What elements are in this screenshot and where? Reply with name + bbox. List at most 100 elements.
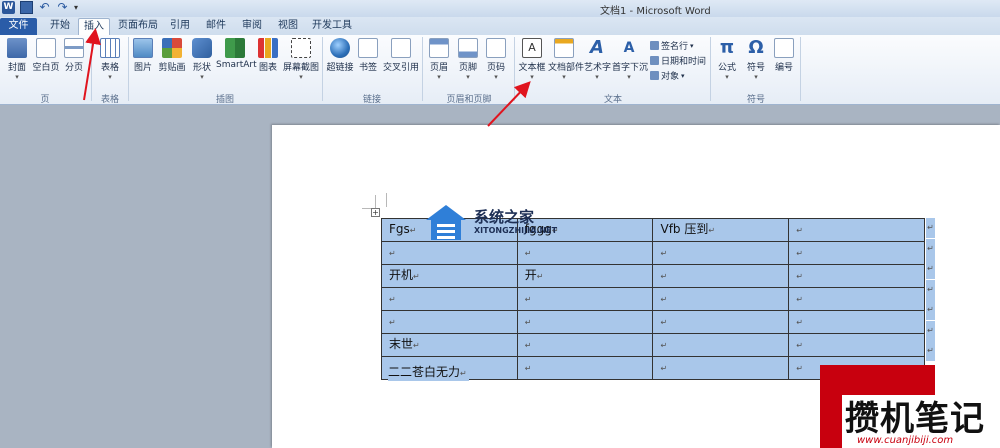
table-cell[interactable]: ↵ <box>652 241 790 265</box>
wordart-icon: A <box>590 37 604 58</box>
number-icon <box>774 38 794 58</box>
watermark-site-url: XITONGZHIJIA.NET <box>474 225 558 235</box>
table-cell[interactable]: ↵ <box>516 310 654 334</box>
tab-references[interactable]: 引用 <box>166 18 194 35</box>
wordart-button[interactable]: A 艺术字 ▾ <box>584 37 611 82</box>
watermark-brand: 攒机笔记 <box>845 399 985 439</box>
table-cell[interactable]: ↵ <box>516 287 654 311</box>
textbox-icon: A <box>522 38 542 58</box>
row-end-mark: ↵ <box>926 279 935 300</box>
table-cell[interactable]: ↵ <box>652 287 790 311</box>
table-cell[interactable]: ↵ <box>788 310 925 334</box>
table-cell[interactable]: ↵ <box>381 310 518 334</box>
table-cell[interactable]: ↵ <box>652 356 790 380</box>
table-cell[interactable]: ↵ <box>381 241 518 265</box>
object-button[interactable]: 对象 ▾ <box>650 69 685 82</box>
cross-reference-icon <box>391 38 411 58</box>
blank-page-button[interactable]: 空白页 <box>32 38 60 73</box>
shapes-button[interactable]: 形状 ▾ <box>190 38 214 81</box>
symbol-button[interactable]: Ω 符号 ▾ <box>744 38 768 82</box>
page-number-button[interactable]: 页码 ▾ <box>485 38 507 81</box>
table-cell[interactable]: ↵ <box>788 287 925 311</box>
group-label-links: 链接 <box>362 95 381 105</box>
tab-developer[interactable]: 开发工具 <box>310 18 354 35</box>
signature-line-button[interactable]: 签名行 ▾ <box>650 39 694 52</box>
ribbon-insert: 封面 ▾ 空白页 分页 页 表格 ▾ 表格 图片 剪贴画 形状 ▾ SmartArt … <box>0 35 1000 105</box>
table-cell[interactable]: 开机↵ <box>381 264 518 288</box>
row-end-mark: ↵ <box>926 259 935 279</box>
table-cell[interactable]: ↵ <box>516 333 654 357</box>
pi-icon: π <box>719 37 735 58</box>
cover-page-button[interactable]: 封面 ▾ <box>4 38 30 81</box>
table-cell[interactable]: ↵ <box>788 333 925 357</box>
date-time-button[interactable]: 日期和时间 <box>650 54 706 67</box>
table-cell[interactable]: ↵ <box>652 310 790 334</box>
table-cell[interactable]: ↵ <box>516 356 654 380</box>
group-label-header-footer: 页眉和页脚 <box>446 95 492 105</box>
equation-button[interactable]: π 公式 ▾ <box>714 37 740 82</box>
page-break-button[interactable]: 分页 <box>62 38 86 73</box>
group-separator <box>514 37 515 101</box>
cover-page-icon <box>7 38 27 58</box>
table-cell[interactable]: ↵ <box>516 241 654 265</box>
table-row: 末世↵ ↵ ↵ ↵ <box>381 333 925 357</box>
clipart-button[interactable]: 剪贴画 <box>157 38 187 73</box>
smartart-icon <box>225 38 245 58</box>
chart-icon <box>258 38 278 58</box>
watermark-xitongzhijia: 系统之家 XITONGZHIJIA.NET <box>422 202 557 242</box>
table-cell[interactable]: ↵ <box>381 287 518 311</box>
table-cell[interactable]: ↵ <box>788 241 925 265</box>
smartart-button[interactable]: SmartArt <box>216 38 257 70</box>
table-button[interactable]: 表格 ▾ <box>96 38 124 81</box>
calendar-icon <box>650 56 659 65</box>
save-icon[interactable] <box>20 1 33 14</box>
hyperlink-button[interactable]: 超链接 <box>326 38 354 73</box>
table-cell[interactable]: 末世↵ <box>381 333 518 357</box>
undo-icon[interactable]: ↶ <box>38 1 51 14</box>
table-cell[interactable]: ↵ <box>652 264 790 288</box>
table-cell[interactable]: ↵ <box>652 333 790 357</box>
redo-icon[interactable]: ↷ <box>56 1 69 14</box>
table-cell[interactable]: ↵ <box>788 218 925 242</box>
group-separator <box>422 37 423 101</box>
tab-view[interactable]: 视图 <box>274 18 302 35</box>
dropcap-button[interactable]: A 首字下沉 ▾ <box>612 38 648 81</box>
house-logo-icon <box>422 202 470 242</box>
group-label-tables: 表格 <box>100 95 119 105</box>
tab-review[interactable]: 审阅 <box>238 18 266 35</box>
footer-icon <box>458 38 478 58</box>
tab-home[interactable]: 开始 <box>44 18 76 35</box>
word-logo-icon[interactable]: W <box>2 1 15 14</box>
chart-button[interactable]: 图表 <box>256 38 280 73</box>
object-icon <box>650 71 659 80</box>
word-table[interactable]: Fgs↵ fggg↵ Vfb 压到↵ ↵ ↵ ↵ ↵ ↵ 开机↵ 开↵ ↵ ↵ ↵ ↵ ↵ ↵ ↵ ↵ ↵ ↵ 末世↵ ↵… <box>381 218 925 380</box>
number-button[interactable]: 编号 <box>772 38 796 73</box>
tab-insert[interactable]: 插入 <box>78 18 110 35</box>
watermark-brand-url: www.cuanjibiji.com <box>857 435 954 446</box>
header-button[interactable]: 页眉 ▾ <box>428 38 450 81</box>
paragraph-text[interactable]: 二二苍白无力↵ <box>388 364 469 381</box>
table-icon <box>100 38 120 58</box>
customize-icon[interactable]: ▾ <box>74 1 87 14</box>
group-label-illustrations: 插图 <box>215 95 234 105</box>
picture-icon <box>133 38 153 58</box>
tab-mailings[interactable]: 邮件 <box>202 18 230 35</box>
row-end-mark: ↵ <box>926 218 935 238</box>
table-cell[interactable]: ↵ <box>788 264 925 288</box>
tab-page-layout[interactable]: 页面布局 <box>116 18 160 35</box>
quick-parts-button[interactable]: 文档部件 ▾ <box>548 38 584 81</box>
table-row: 开机↵ 开↵ ↵ ↵ <box>381 264 925 288</box>
picture-button[interactable]: 图片 <box>132 38 154 73</box>
table-cell[interactable]: 开↵ <box>516 264 654 288</box>
page-number-icon <box>486 38 506 58</box>
textbox-button[interactable]: A 文本框 ▾ <box>518 38 546 81</box>
table-cell[interactable]: Vfb 压到↵ <box>652 218 790 242</box>
tab-file[interactable]: 文件 <box>0 18 37 35</box>
table-move-handle[interactable]: + <box>371 208 380 217</box>
footer-button[interactable]: 页脚 ▾ <box>457 38 479 81</box>
group-label-text: 文本 <box>603 95 622 105</box>
cross-reference-button[interactable]: 交叉引用 <box>382 38 420 73</box>
screenshot-button[interactable]: 屏幕截图 ▾ <box>282 38 320 81</box>
bookmark-button[interactable]: 书签 <box>356 38 380 73</box>
row-end-mark: ↵ <box>926 341 935 361</box>
